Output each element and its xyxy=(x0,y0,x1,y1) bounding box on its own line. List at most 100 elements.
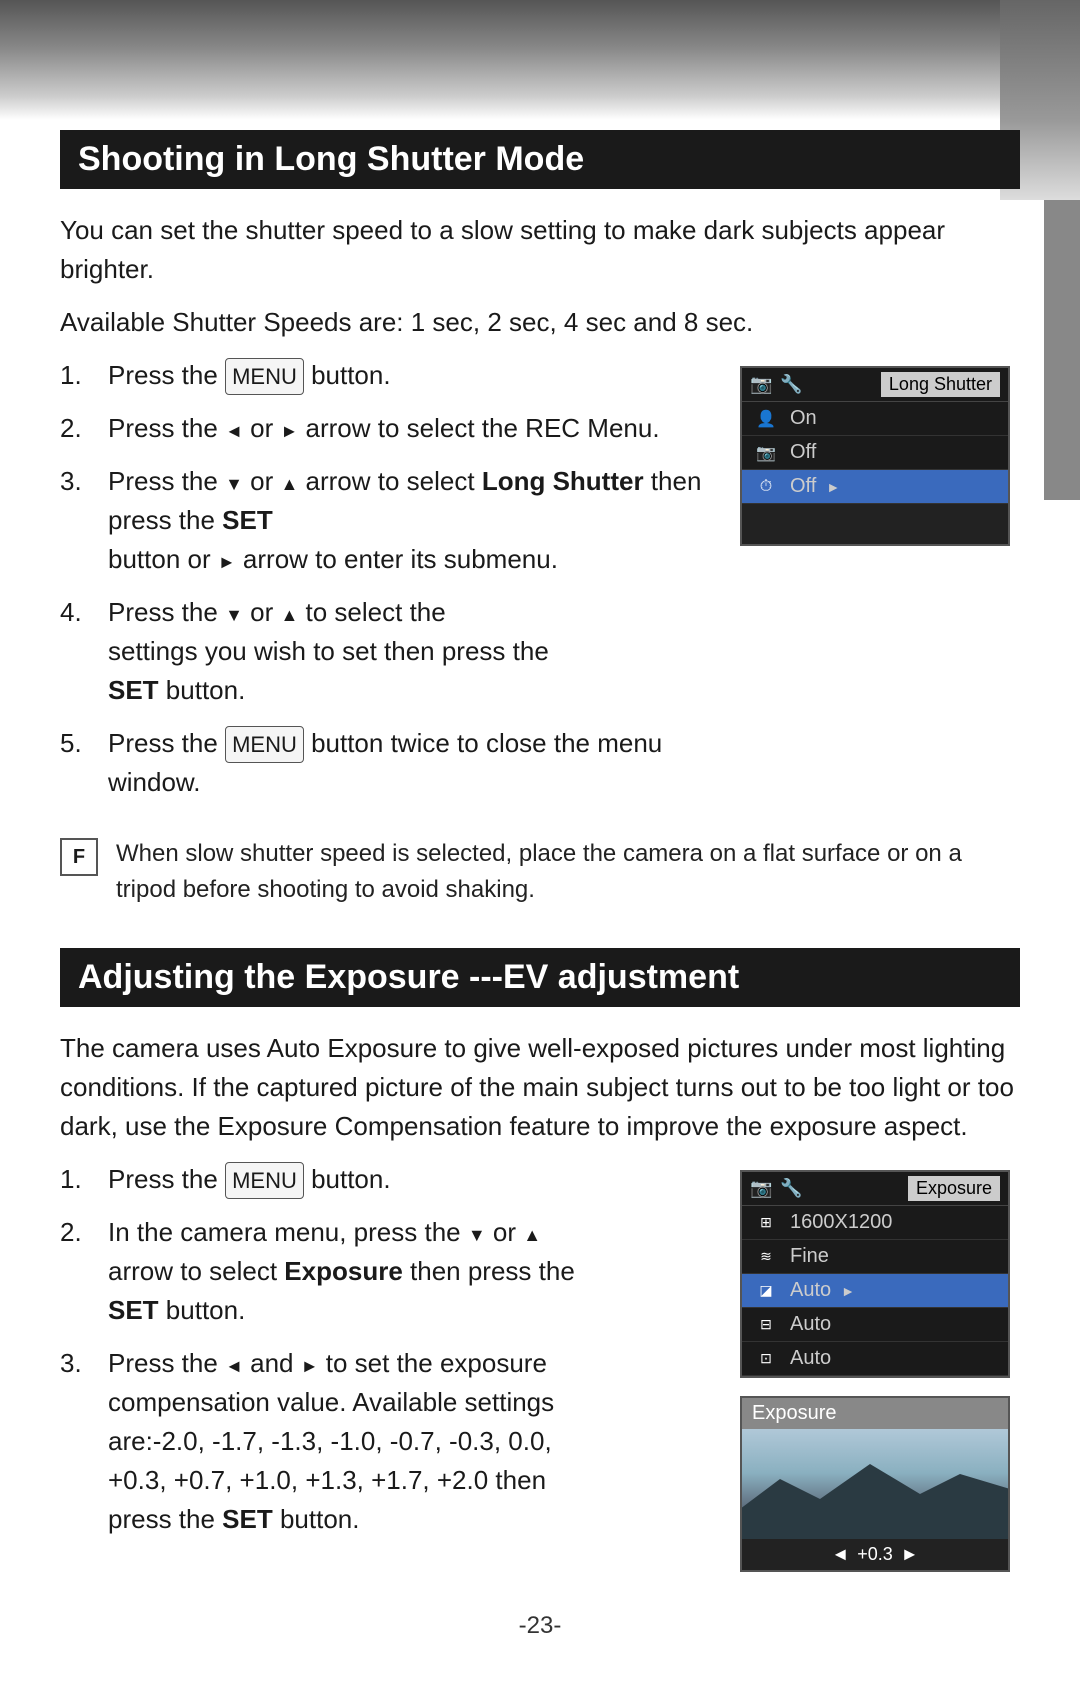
section1-intro1: You can set the shutter speed to a slow … xyxy=(60,211,1020,289)
step1-text: Press the MENU button. xyxy=(108,356,391,395)
section2-menus: 📷 🔧 Exposure ⊞ 1600X1200 ≋ Fine ◪ Au xyxy=(740,1160,1020,1572)
step5: 5. Press the MENU button twice to close … xyxy=(60,724,710,802)
exposure-preview-footer: ◄ +0.3 ► xyxy=(742,1539,1008,1570)
submenu-arrow: ► xyxy=(826,479,840,495)
arrow-up-icon-4 xyxy=(280,597,298,627)
long-shutter-row-2: 📷 Off xyxy=(742,436,1008,470)
exp-step3: 3. Press the and to set the exposure com… xyxy=(60,1344,710,1539)
ev-value: +0.3 xyxy=(857,1544,893,1565)
step4-text: Press the or to select the settings you … xyxy=(108,593,549,710)
menu-preview-area xyxy=(742,504,1008,544)
arrow-right-exp3 xyxy=(301,1348,319,1378)
menu-kbd-1: MENU xyxy=(225,358,304,395)
menu-icon-2: 📷 xyxy=(752,442,780,464)
exposure-title: Exposure xyxy=(908,1176,1000,1201)
long-shutter-bold: Long Shutter xyxy=(482,466,644,496)
sidebar-right xyxy=(1044,200,1080,500)
exp-icon-5: ⊡ xyxy=(752,1348,780,1370)
step4-num: 4. xyxy=(60,593,92,710)
arrow-right-icon xyxy=(280,413,298,443)
section2-steps-left: 1. Press the MENU button. 2. In the came… xyxy=(60,1160,710,1572)
cam-icon-1: 📷 xyxy=(750,374,772,395)
set-bold-exp2: SET xyxy=(108,1295,159,1325)
long-shutter-menu: 📷 🔧 Long Shutter 👤 On 📷 Off ⏱ Off xyxy=(740,366,1010,546)
step3-num: 3. xyxy=(60,462,92,579)
exp-step3-num: 3. xyxy=(60,1344,92,1539)
exp-step1-text: Press the MENU button. xyxy=(108,1160,391,1199)
step1-num: 1. xyxy=(60,356,92,395)
exp-val-2: Fine xyxy=(790,1245,829,1268)
arrow-down-icon-3 xyxy=(225,466,243,496)
section-long-shutter: Shooting in Long Shutter Mode You can se… xyxy=(60,130,1020,908)
step4: 4. Press the or to select the settings y… xyxy=(60,593,710,710)
arrow-left-exp3 xyxy=(225,1348,243,1378)
step1: 1. Press the MENU button. xyxy=(60,356,710,395)
long-shutter-title: Long Shutter xyxy=(881,372,1000,397)
ev-left-arrow: ◄ xyxy=(831,1544,849,1565)
menu-icon-1: 👤 xyxy=(752,408,780,430)
menu-val-3: Off xyxy=(790,475,816,498)
step3-text: Press the or arrow to select Long Shutte… xyxy=(108,462,710,579)
section1-intro2: Available Shutter Speeds are: 1 sec, 2 s… xyxy=(60,303,1020,342)
section2-steps-area: 1. Press the MENU button. 2. In the came… xyxy=(60,1160,1020,1572)
step2: 2. Press the or arrow to select the REC … xyxy=(60,409,710,448)
exp-val-3: Auto xyxy=(790,1279,831,1302)
section2-intro: The camera uses Auto Exposure to give we… xyxy=(60,1029,1020,1146)
exp-step2: 2. In the camera menu, press the or arro… xyxy=(60,1213,710,1330)
step5-text: Press the MENU button twice to close the… xyxy=(108,724,710,802)
arrow-down-icon-4 xyxy=(225,597,243,627)
cam-icon-2: 🔧 xyxy=(780,374,802,395)
menu-kbd-exp1: MENU xyxy=(225,1162,304,1199)
exp-cam-icon-1: 📷 xyxy=(750,1178,772,1199)
long-shutter-row-1: 👤 On xyxy=(742,402,1008,436)
long-shutter-row-3: ⏱ Off ► xyxy=(742,470,1008,504)
section1-title: Shooting in Long Shutter Mode xyxy=(60,130,1020,189)
exp-step2-text: In the camera menu, press the or arrow t… xyxy=(108,1213,575,1330)
section-exposure: Adjusting the Exposure ---EV adjustment … xyxy=(60,948,1020,1572)
section1-steps-area: 1. Press the MENU button. 2. Press the o… xyxy=(60,356,1020,816)
exp-icon-2: ≋ xyxy=(752,1246,780,1268)
note-box: F When slow shutter speed is selected, p… xyxy=(60,836,1020,908)
exp-val-4: Auto xyxy=(790,1313,831,1336)
page-number: -23- xyxy=(60,1612,1020,1640)
exp-step1-num: 1. xyxy=(60,1160,92,1199)
exposure-preview-header: Exposure xyxy=(742,1398,1008,1429)
section2-title: Adjusting the Exposure ---EV adjustment xyxy=(60,948,1020,1007)
arrow-down-exp2 xyxy=(468,1217,486,1247)
set-bold-3: SET xyxy=(222,505,273,535)
exposure-bold: Exposure xyxy=(284,1256,403,1286)
arrow-left-icon xyxy=(225,413,243,443)
exp-row-5: ⊡ Auto xyxy=(742,1342,1008,1376)
exp-val-5: Auto xyxy=(790,1347,831,1370)
note-icon: F xyxy=(60,838,98,876)
exposure-menu-header: 📷 🔧 Exposure xyxy=(742,1172,1008,1206)
exp-row-3: ◪ Auto ► xyxy=(742,1274,1008,1308)
exp-row-2: ≋ Fine xyxy=(742,1240,1008,1274)
menu-val-2: Off xyxy=(790,441,816,464)
exp-arrow-3: ► xyxy=(841,1283,855,1299)
exp-cam-icon-2: 🔧 xyxy=(780,1178,802,1199)
set-bold-exp3: SET xyxy=(222,1504,273,1534)
exposure-menu: 📷 🔧 Exposure ⊞ 1600X1200 ≋ Fine ◪ Au xyxy=(740,1170,1010,1378)
note-text: When slow shutter speed is selected, pla… xyxy=(116,836,1020,908)
exp-icon-1: ⊞ xyxy=(752,1212,780,1234)
arrow-up-exp2 xyxy=(523,1217,541,1247)
exposure-preview-image xyxy=(742,1429,1008,1539)
exp-icon-3: ◪ xyxy=(752,1280,780,1302)
exp-step2-num: 2. xyxy=(60,1213,92,1330)
step5-num: 5. xyxy=(60,724,92,802)
menu-kbd-5: MENU xyxy=(225,726,304,763)
menu-icon-3: ⏱ xyxy=(752,476,780,498)
exp-step3-text: Press the and to set the exposure compen… xyxy=(108,1344,554,1539)
exp-row-4: ⊟ Auto xyxy=(742,1308,1008,1342)
ev-right-arrow: ► xyxy=(901,1544,919,1565)
long-shutter-menu-header: 📷 🔧 Long Shutter xyxy=(742,368,1008,402)
set-bold-4: SET xyxy=(108,675,159,705)
section1-menu: 📷 🔧 Long Shutter 👤 On 📷 Off ⏱ Off xyxy=(740,356,1020,816)
exposure-preview: Exposure xyxy=(740,1396,1010,1572)
menu-val-1: On xyxy=(790,407,817,430)
arrow-up-icon-3 xyxy=(280,466,298,496)
arrow-right-icon-3 xyxy=(218,544,236,574)
step2-text: Press the or arrow to select the REC Men… xyxy=(108,409,660,448)
exp-step1: 1. Press the MENU button. xyxy=(60,1160,710,1199)
